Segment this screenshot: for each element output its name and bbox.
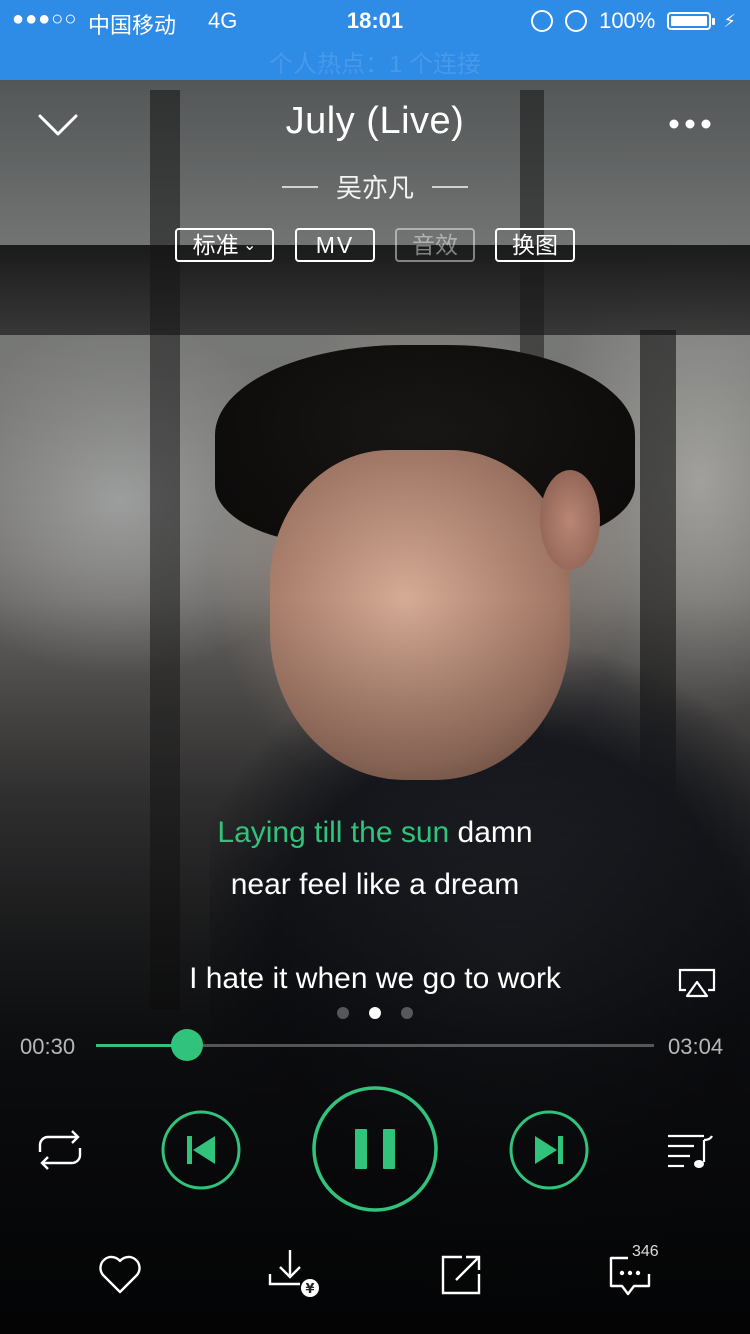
chevron-down-icon: ⌄ — [238, 237, 257, 254]
share-icon[interactable] — [438, 1252, 484, 1298]
divider — [432, 185, 468, 188]
battery-percent: 100% — [599, 8, 656, 33]
change-image-button[interactable]: 换图 — [495, 228, 575, 262]
page-dot[interactable] — [401, 1007, 413, 1019]
player-screen: ●●●○○ 中国移动 4G 18:01 100% ⚡ 个人热点：1 个连接 Ju… — [0, 0, 750, 1334]
mv-button[interactable]: MV — [295, 228, 375, 262]
page-dot-active[interactable] — [369, 1007, 381, 1019]
artist-name[interactable]: 吴亦凡 — [336, 168, 414, 205]
download-icon[interactable]: ¥ — [266, 1246, 322, 1298]
lyric-next-line: I hate it when we go to work — [189, 962, 561, 995]
progress-thumb[interactable] — [170, 1029, 203, 1061]
status-bar: ●●●○○ 中国移动 4G 18:01 100% ⚡ 个人热点：1 个连接 — [0, 0, 750, 80]
skip-previous-icon[interactable] — [160, 1109, 242, 1191]
svg-text:¥: ¥ — [305, 1282, 314, 1297]
progress-bar[interactable] — [96, 1029, 654, 1061]
skip-next-icon[interactable] — [508, 1109, 590, 1191]
charging-icon: ⚡ — [723, 10, 736, 31]
playlist-icon[interactable] — [664, 1130, 716, 1172]
current-time: 00:30 — [20, 1034, 76, 1059]
heart-icon[interactable] — [96, 1252, 144, 1296]
artist-row: 吴亦凡 — [0, 168, 750, 205]
repeat-icon[interactable] — [34, 1128, 86, 1172]
quality-button[interactable]: 标准 ⌄ — [175, 228, 274, 262]
divider — [281, 185, 318, 188]
comment-count-badge: 346 — [632, 1243, 659, 1260]
alarm-icon — [565, 10, 588, 32]
page-dot[interactable] — [337, 1007, 349, 1019]
page-indicator — [0, 1007, 750, 1019]
battery-icon — [667, 12, 716, 30]
effects-button[interactable]: 音效 — [395, 228, 475, 262]
quality-label: 标准 — [192, 232, 239, 258]
airplay-icon[interactable] — [676, 966, 718, 1000]
option-tags: 标准 ⌄ MV 音效 换图 — [0, 228, 750, 264]
pause-icon[interactable] — [311, 1085, 439, 1213]
lyric-sung-part: Laying till the sun — [217, 816, 450, 849]
hotspot-banner: 个人热点：1 个连接 — [268, 51, 481, 78]
total-time: 03:04 — [668, 1034, 724, 1059]
lyric-current-line-cont: near feel like a dream — [230, 868, 520, 901]
lyric-unsung-part: damn — [449, 816, 533, 849]
more-dots-icon[interactable] — [662, 110, 718, 138]
rotation-lock-icon — [531, 10, 554, 32]
lyric-current-line: Laying till the sun damn — [0, 816, 750, 850]
song-title: July (Live) — [285, 100, 465, 142]
